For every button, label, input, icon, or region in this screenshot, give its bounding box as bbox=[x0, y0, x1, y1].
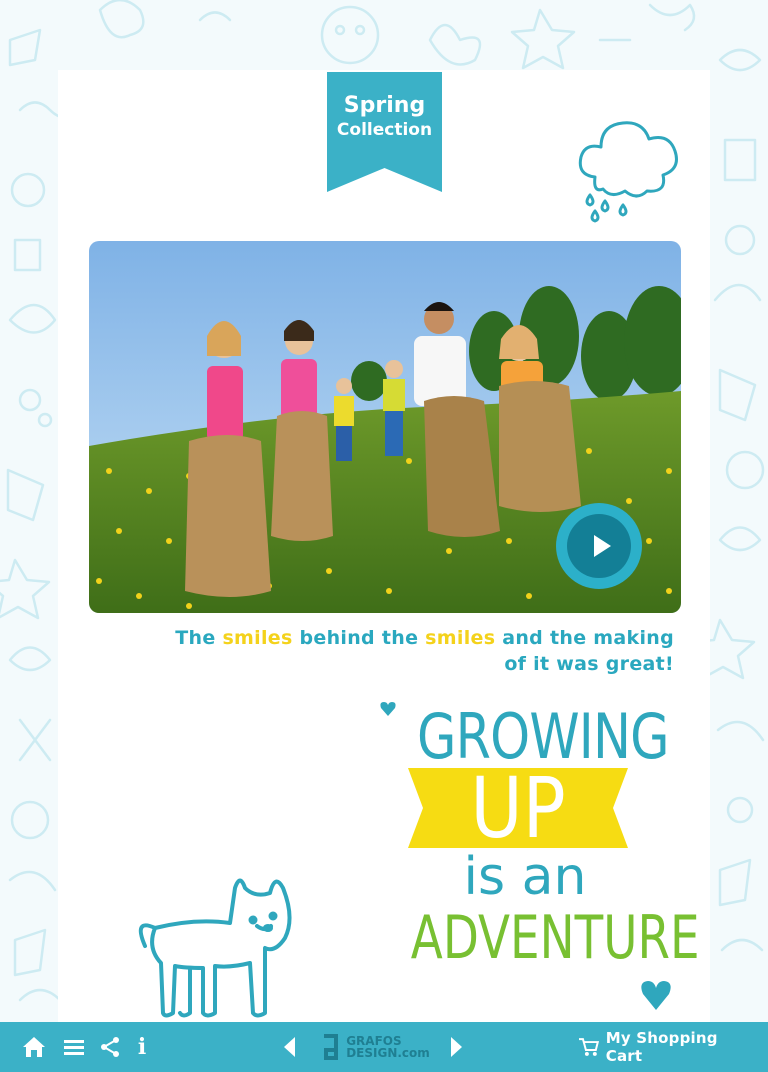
shopping-cart-button[interactable]: My Shopping Cart bbox=[578, 1022, 758, 1072]
chevron-left-icon bbox=[284, 1037, 295, 1057]
next-page-button[interactable] bbox=[446, 1022, 468, 1072]
caption-part1: The bbox=[175, 627, 223, 649]
heart-icon-large bbox=[641, 981, 671, 1010]
home-icon bbox=[23, 1037, 45, 1057]
heart-icon bbox=[380, 702, 396, 716]
caption-highlight-1: smiles bbox=[222, 627, 293, 649]
chevron-right-icon bbox=[451, 1037, 462, 1057]
headline-adventure: ADVENTURE bbox=[410, 903, 700, 973]
ribbon-line2: Collection bbox=[336, 120, 433, 140]
play-video-button[interactable] bbox=[556, 503, 642, 589]
share-button[interactable] bbox=[99, 1022, 121, 1072]
caption-part3: and the making bbox=[495, 627, 674, 649]
menu-icon bbox=[64, 1040, 84, 1055]
bottom-toolbar: i GRAFOS DESIGN.com My Shopping Cart bbox=[0, 1022, 768, 1072]
logo-line2: DESIGN.com bbox=[346, 1046, 430, 1060]
spring-collection-ribbon: Spring Collection bbox=[327, 72, 442, 192]
shopping-cart-label: My Shopping Cart bbox=[605, 1029, 718, 1065]
caption-line2: of it was great! bbox=[504, 653, 674, 675]
info-icon: i bbox=[137, 1034, 147, 1060]
photo-caption: The smiles behind the smiles and the mak… bbox=[118, 625, 674, 677]
logo-mark-icon bbox=[324, 1034, 339, 1060]
headline-up-banner: UP bbox=[408, 759, 628, 857]
caption-part2: behind the bbox=[292, 627, 426, 649]
shopping-cart-icon bbox=[578, 1038, 600, 1056]
ribbon-line1: Spring bbox=[343, 93, 426, 118]
dog-doodle-icon bbox=[138, 878, 292, 1018]
play-icon bbox=[594, 535, 611, 557]
grafos-design-logo: GRAFOS DESIGN.com bbox=[320, 1022, 430, 1072]
home-button[interactable] bbox=[20, 1022, 48, 1072]
menu-button[interactable] bbox=[63, 1022, 85, 1072]
info-button[interactable]: i bbox=[133, 1022, 151, 1072]
rain-cloud-icon bbox=[578, 121, 678, 223]
previous-page-button[interactable] bbox=[278, 1022, 300, 1072]
share-icon bbox=[101, 1037, 119, 1057]
caption-highlight-2: smiles bbox=[425, 627, 496, 649]
